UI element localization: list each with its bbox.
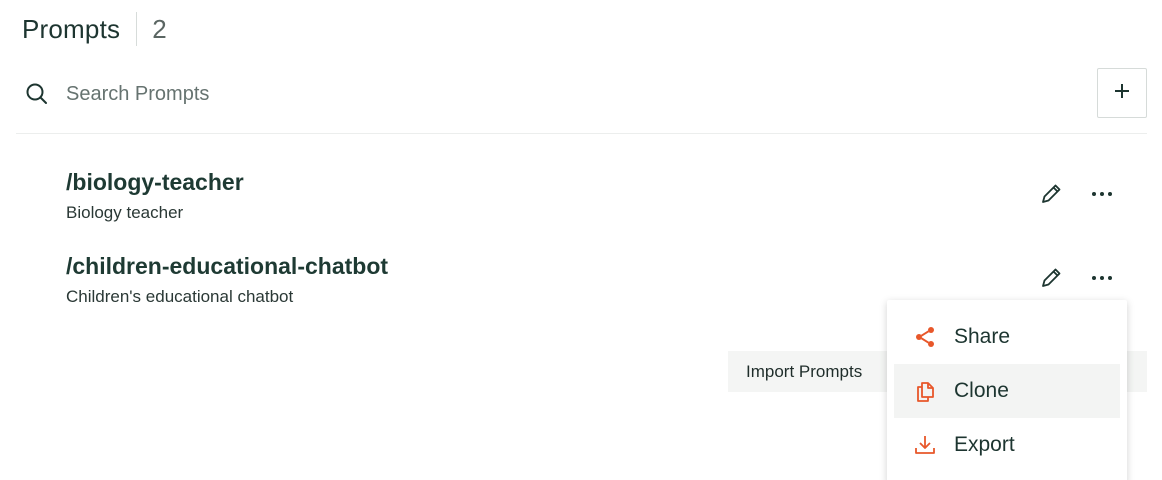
prompt-name[interactable]: /children-educational-chatbot — [66, 253, 388, 280]
header-divider — [136, 12, 138, 46]
add-prompt-button[interactable] — [1097, 68, 1147, 118]
search-input[interactable] — [66, 78, 666, 110]
prompt-description: Children's educational chatbot — [66, 287, 294, 306]
more-options-icon[interactable] — [1088, 181, 1116, 207]
prompt-name[interactable]: /biology-teacher — [66, 169, 244, 196]
export-icon — [912, 432, 938, 458]
page-title: Prompts — [22, 13, 121, 44]
search-bar — [16, 68, 1147, 134]
context-menu: Share Clone Export — [887, 300, 1127, 480]
menu-item-export[interactable]: Export — [894, 418, 1120, 472]
more-options-icon[interactable] — [1088, 265, 1116, 291]
pencil-icon[interactable] — [1038, 181, 1064, 207]
search-icon — [25, 82, 49, 106]
import-prompts-button[interactable]: Import Prompts — [746, 362, 862, 382]
prompt-count: 2 — [152, 13, 167, 44]
menu-item-label: Export — [954, 433, 1015, 456]
share-icon — [912, 324, 938, 350]
menu-item-share[interactable]: Share — [894, 310, 1120, 364]
prompt-description: Biology teacher — [66, 203, 184, 222]
list-item[interactable]: /biology-teacher Biology teacher — [66, 169, 1146, 229]
menu-item-label: Clone — [954, 379, 1009, 402]
menu-item-clone[interactable]: Clone — [894, 364, 1120, 418]
page-header: Prompts 2 — [22, 12, 167, 46]
menu-item-label: Share — [954, 325, 1011, 348]
prompts-page: Prompts 2 /biology-teacher Biology teach… — [0, 0, 1162, 480]
plus-icon — [1112, 81, 1132, 106]
clone-icon — [912, 378, 938, 404]
pencil-icon[interactable] — [1038, 265, 1064, 291]
